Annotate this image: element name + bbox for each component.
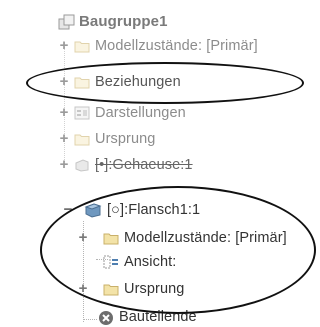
folder-icon — [74, 132, 90, 146]
tree-item-label: Modellzustände: [Primär] — [124, 230, 287, 246]
tree-item-beziehungen[interactable]: + Beziehungen — [58, 71, 181, 93]
expand-icon[interactable]: + — [58, 105, 70, 120]
tree-item-bauteilende[interactable]: Bauteilende — [98, 306, 197, 327]
tree-item-modellzustaende[interactable]: + Modellzustände: [Primär] — [58, 35, 258, 57]
tree-item-label: Ursprung — [124, 281, 185, 297]
expand-icon[interactable]: + — [58, 157, 70, 172]
end-of-part-icon — [98, 310, 114, 325]
assembly-icon — [58, 14, 75, 30]
tree-item-label: Bauteilende — [119, 309, 197, 325]
tree-item-flansch-ursprung[interactable]: + Ursprung — [79, 278, 185, 300]
tree-item-flansch[interactable]: − [○]:Flansch1:1 — [58, 199, 200, 221]
tree-item-gehaeuse[interactable]: + [•]:Gehaeuse:1 — [58, 154, 193, 176]
folder-icon — [103, 231, 119, 245]
folder-icon — [103, 282, 119, 296]
tree-root-assembly[interactable]: Baugruppe1 — [58, 10, 168, 32]
folder-icon — [74, 39, 90, 53]
tree-item-label: Modellzustände: [Primär] — [95, 38, 258, 54]
part-icon — [74, 158, 90, 172]
view-icon — [103, 255, 119, 269]
expand-icon[interactable]: + — [77, 281, 89, 296]
tree-item-darstellungen[interactable]: + Darstellungen — [58, 102, 186, 124]
collapse-icon[interactable]: − — [62, 202, 74, 217]
folder-icon — [74, 75, 90, 89]
part-icon — [84, 202, 102, 218]
tree-item-flansch-modellzustaende[interactable]: + Modellzustände: [Primär] — [79, 227, 287, 249]
expand-icon[interactable]: + — [58, 38, 70, 53]
expand-icon[interactable]: + — [58, 131, 70, 146]
tree-item-ansicht[interactable]: Ansicht: — [103, 251, 176, 273]
tree-item-label: Ursprung — [95, 131, 156, 147]
representations-icon — [74, 106, 90, 120]
tree-item-label: Ansicht: — [124, 254, 177, 270]
expand-icon[interactable]: + — [58, 74, 70, 89]
tree-item-label: Beziehungen — [95, 74, 181, 90]
expand-icon[interactable]: + — [77, 230, 89, 245]
tree-item-ursprung[interactable]: + Ursprung — [58, 128, 156, 150]
tree-guide-line — [83, 319, 97, 320]
tree-item-label: [•]:Gehaeuse:1 — [95, 157, 193, 173]
tree-item-label: [○]:Flansch1:1 — [107, 202, 201, 218]
tree-root-label: Baugruppe1 — [79, 12, 168, 30]
tree-item-label: Darstellungen — [95, 105, 186, 121]
model-browser-tree: Baugruppe1 + Modellzustände: [Primär] + … — [0, 0, 320, 327]
